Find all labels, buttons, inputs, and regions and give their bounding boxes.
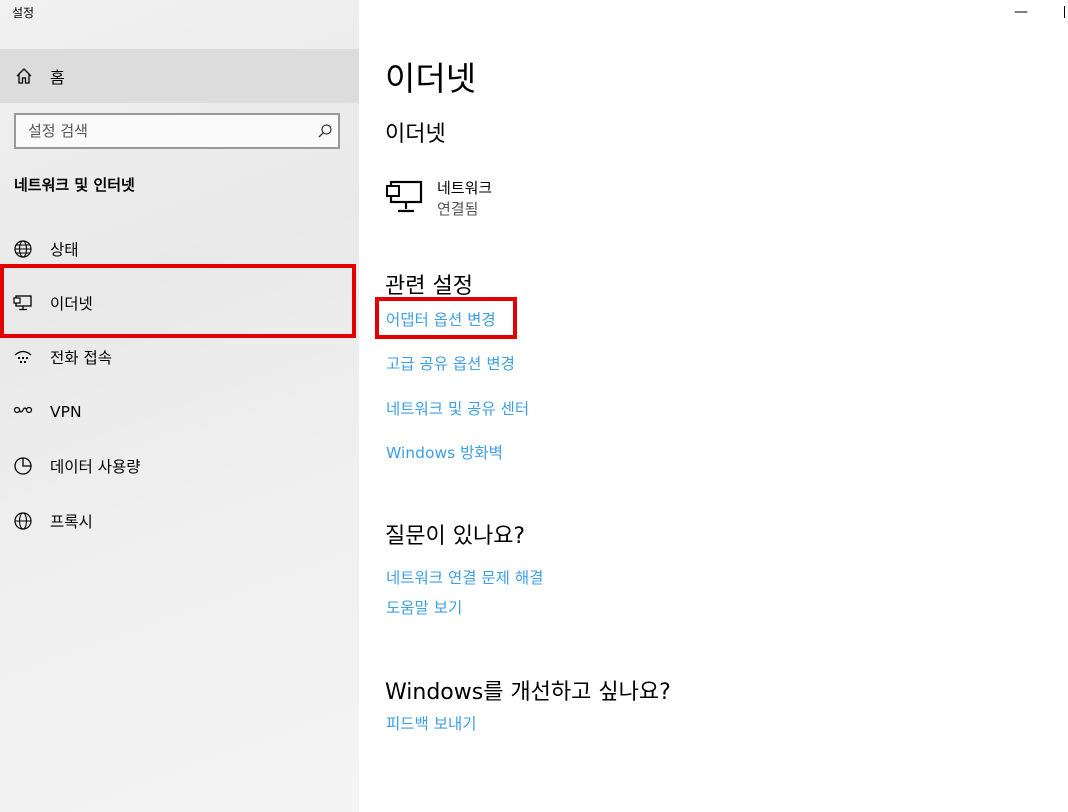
- troubleshoot-link[interactable]: 네트워크 연결 문제 해결: [386, 566, 543, 588]
- advanced-sharing-link[interactable]: 고급 공유 옵션 변경: [386, 352, 515, 374]
- sidebar-item-label: VPN: [50, 403, 82, 421]
- sidebar-item-label: 전화 접속: [50, 349, 112, 367]
- vpn-icon: [13, 402, 33, 422]
- sidebar-item-label: 프록시: [50, 513, 93, 531]
- minimize-button[interactable]: —: [1014, 4, 1028, 20]
- globe-status-icon: [13, 239, 33, 259]
- maximize-button[interactable]: [1064, 6, 1068, 18]
- settings-search-box[interactable]: [14, 113, 340, 149]
- improve-heading: Windows를 개선하고 싶나요?: [385, 680, 671, 705]
- sidebar-item-label: 데이터 사용량: [50, 458, 141, 476]
- home-nav-item[interactable]: 홈: [0, 49, 359, 103]
- home-icon: [14, 66, 34, 86]
- search-icon[interactable]: [312, 123, 338, 139]
- windows-firewall-link[interactable]: Windows 방화벽: [386, 441, 503, 463]
- feedback-link[interactable]: 피드백 보내기: [386, 712, 477, 734]
- dialup-icon: [13, 347, 33, 367]
- home-label: 홈: [50, 68, 65, 87]
- network-text: 네트워크 연결됨: [437, 178, 492, 220]
- help-link[interactable]: 도움말 보기: [386, 596, 462, 618]
- network-sharing-center-link[interactable]: 네트워크 및 공유 센터: [386, 397, 529, 419]
- related-settings-heading: 관련 설정: [385, 274, 473, 299]
- question-heading: 질문이 있나요?: [385, 524, 526, 549]
- network-name: 네트워크: [437, 179, 493, 197]
- search-input[interactable]: [16, 121, 312, 141]
- section-title: 네트워크 및 인터넷: [14, 176, 135, 194]
- network-status: 연결됨: [437, 200, 479, 218]
- sidebar-item-data-usage[interactable]: 데이터 사용량: [0, 439, 359, 493]
- sidebar: 설정 홈 네트워크 및 인터넷 상태 이더넷 전화 접속 VP: [0, 0, 359, 812]
- data-usage-icon: [13, 456, 33, 476]
- page-title: 이더넷: [385, 59, 477, 98]
- sidebar-item-dialup[interactable]: 전화 접속: [0, 330, 359, 384]
- globe-icon: [13, 511, 33, 531]
- network-connection[interactable]: 네트워크 연결됨: [385, 178, 492, 220]
- ethernet-highlight-box: [0, 264, 356, 338]
- adapter-highlight-box: [375, 297, 517, 339]
- sidebar-item-proxy[interactable]: 프록시: [0, 494, 359, 548]
- sidebar-item-vpn[interactable]: VPN: [0, 385, 359, 439]
- network-computer-icon: [385, 178, 425, 216]
- ethernet-heading: 이더넷: [385, 122, 446, 147]
- window-title: 설정: [12, 6, 35, 20]
- sidebar-item-label: 상태: [50, 241, 79, 259]
